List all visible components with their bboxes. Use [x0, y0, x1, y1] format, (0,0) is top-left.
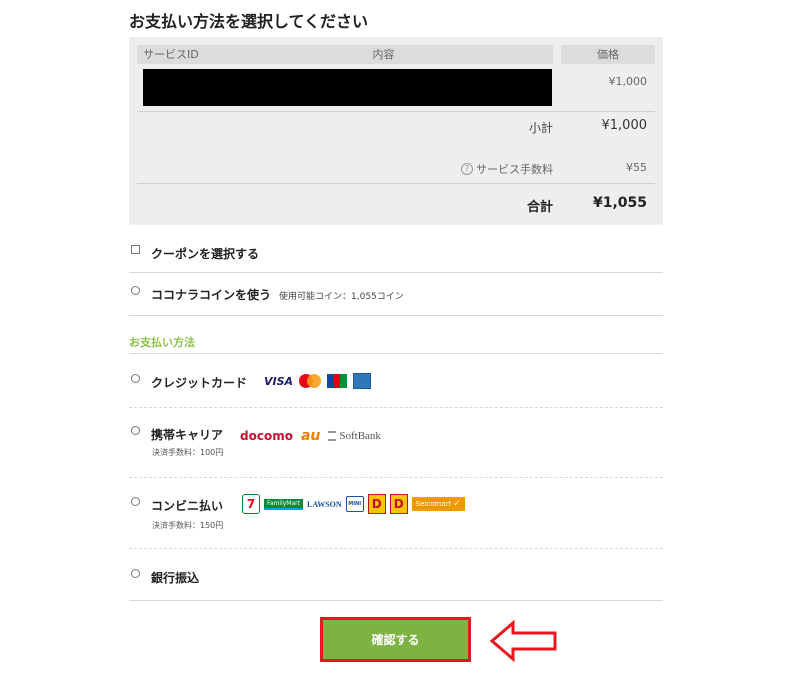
- jcb-icon: [327, 374, 348, 388]
- service-fee-text: サービス手数料: [476, 163, 553, 176]
- seven-eleven-icon: 7: [242, 494, 260, 514]
- payment-option-bank-transfer[interactable]: 銀行振込: [129, 569, 663, 589]
- total-label: 合計: [526, 200, 553, 215]
- payment-option-carrier[interactable]: 携帯キャリア 決済手数料：100円: [129, 426, 663, 460]
- yamazaki-icon: D: [389, 494, 408, 514]
- header-price: 価格: [561, 45, 655, 64]
- amex-icon: [353, 373, 372, 389]
- softbank-text: SoftBank: [339, 430, 381, 442]
- item-price: ¥1,000: [608, 75, 648, 88]
- carrier-radio[interactable]: [131, 426, 140, 438]
- au-logo: au: [300, 428, 321, 444]
- divider: [129, 272, 663, 273]
- coupon-option[interactable]: クーポンを選択する: [129, 245, 663, 265]
- credit-card-radio[interactable]: [131, 374, 140, 386]
- convenience-store-logos: 7 FamilyMart LAWSON MINI D D Seicomart ✓: [242, 494, 465, 514]
- service-fee-label: ? サービス手数料: [461, 161, 553, 177]
- lawson-logo: LAWSON: [306, 499, 342, 509]
- coupon-label: クーポンを選択する: [151, 247, 260, 261]
- divider: [129, 600, 663, 601]
- mastercard-icon: [299, 374, 322, 388]
- daily-yamazaki-icon: D: [367, 494, 386, 514]
- visa-logo: VISA: [264, 374, 294, 388]
- total-value: ¥1,055: [592, 195, 647, 211]
- seicomart-text: Seicomart: [415, 500, 452, 508]
- help-icon[interactable]: ?: [461, 163, 473, 175]
- carrier-fee: 決済手数料：100円: [152, 448, 224, 457]
- softbank-mark-icon: [328, 431, 337, 441]
- header-service-id: サービスID: [137, 45, 215, 64]
- coin-option[interactable]: ココナラコインを使う 使用可能コイン：1,055コイン: [129, 286, 663, 306]
- subtotal-value: ¥1,000: [601, 118, 648, 133]
- payment-section-title: お支払い方法: [129, 336, 195, 349]
- payment-option-credit-card[interactable]: クレジットカード: [129, 374, 663, 394]
- divider: [129, 353, 663, 354]
- left-arrow-icon: [489, 620, 557, 662]
- coupon-checkbox[interactable]: [131, 245, 140, 257]
- coin-radio[interactable]: [131, 286, 140, 298]
- credit-card-label: クレジットカード: [151, 376, 248, 390]
- redacted-content: [143, 69, 552, 106]
- divider: [129, 407, 663, 408]
- header-content: 内容: [214, 45, 553, 64]
- subtotal-label: 小計: [528, 121, 553, 135]
- divider: [129, 477, 663, 478]
- seicomart-logo: Seicomart ✓: [411, 497, 465, 511]
- convenience-store-fee: 決済手数料：150円: [152, 521, 224, 530]
- service-fee-value: ¥55: [626, 161, 647, 174]
- coin-label: ココナラコインを使う: [151, 288, 272, 302]
- divider: [137, 111, 655, 112]
- coin-available-note: 使用可能コイン：1,055コイン: [279, 292, 404, 302]
- bank-transfer-radio[interactable]: [131, 569, 140, 581]
- carrier-logos: docomo au SoftBank: [240, 428, 381, 444]
- ministop-icon: MINI: [345, 496, 364, 512]
- divider: [129, 548, 663, 549]
- convenience-store-label: コンビニ払い: [151, 499, 224, 513]
- docomo-logo: docomo: [240, 429, 293, 443]
- divider: [129, 315, 663, 316]
- bank-transfer-label: 銀行振込: [151, 571, 200, 585]
- credit-card-logos: VISA: [264, 373, 372, 389]
- order-summary: サービスID 内容 価格 ¥1,000 小計 ¥1,000 ? サービス手数料 …: [129, 37, 663, 225]
- coin-label-wrap: ココナラコインを使う 使用可能コイン：1,055コイン: [151, 286, 404, 303]
- page-title: お支払い方法を選択してください: [129, 12, 369, 31]
- carrier-label: 携帯キャリア: [151, 428, 224, 442]
- divider: [137, 183, 655, 184]
- confirm-button[interactable]: 確認する: [320, 617, 471, 662]
- convenience-store-radio[interactable]: [131, 497, 140, 509]
- softbank-logo: SoftBank: [328, 430, 381, 442]
- familymart-logo: FamilyMart: [264, 498, 303, 510]
